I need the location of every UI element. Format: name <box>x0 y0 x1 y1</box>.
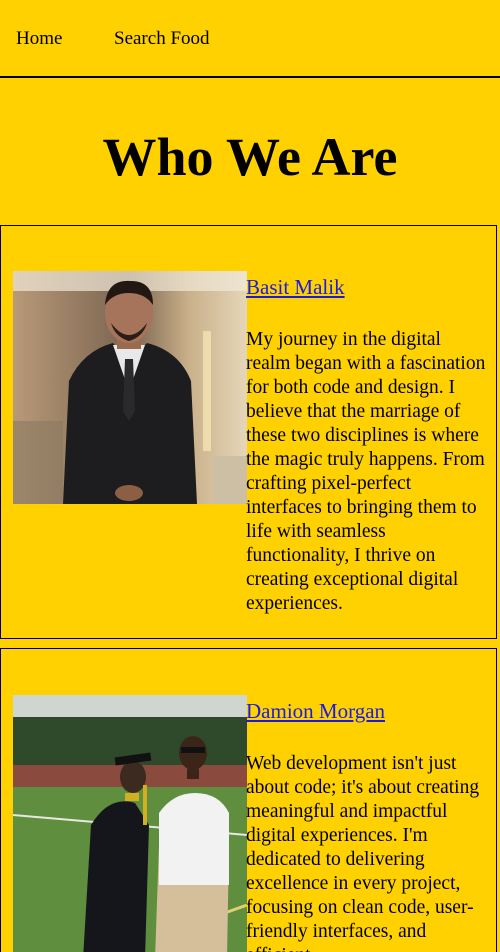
member-name-link[interactable]: Damion Morgan <box>246 698 486 724</box>
nav-link-search-food[interactable]: Search Food <box>114 28 210 50</box>
member-name-link[interactable]: Basit Malik <box>246 274 486 300</box>
page: Home Search Food Who We Are Basit Malik … <box>0 0 500 952</box>
team-member-card: Damion Morgan Web development isn't just… <box>0 648 497 952</box>
member-info: Basit Malik My journey in the digital re… <box>246 274 486 616</box>
member-info: Damion Morgan Web development isn't just… <box>246 698 486 952</box>
member-bio: Web development isn't just about code; i… <box>246 753 480 952</box>
profile-photo <box>13 271 247 504</box>
nav-link-home[interactable]: Home <box>16 28 62 50</box>
team-member-card: Basit Malik My journey in the digital re… <box>0 225 497 639</box>
top-nav: Home Search Food <box>0 0 500 78</box>
profile-photo <box>13 695 247 952</box>
member-bio: My journey in the digital realm began wi… <box>246 329 486 614</box>
page-title: Who We Are <box>102 127 398 187</box>
